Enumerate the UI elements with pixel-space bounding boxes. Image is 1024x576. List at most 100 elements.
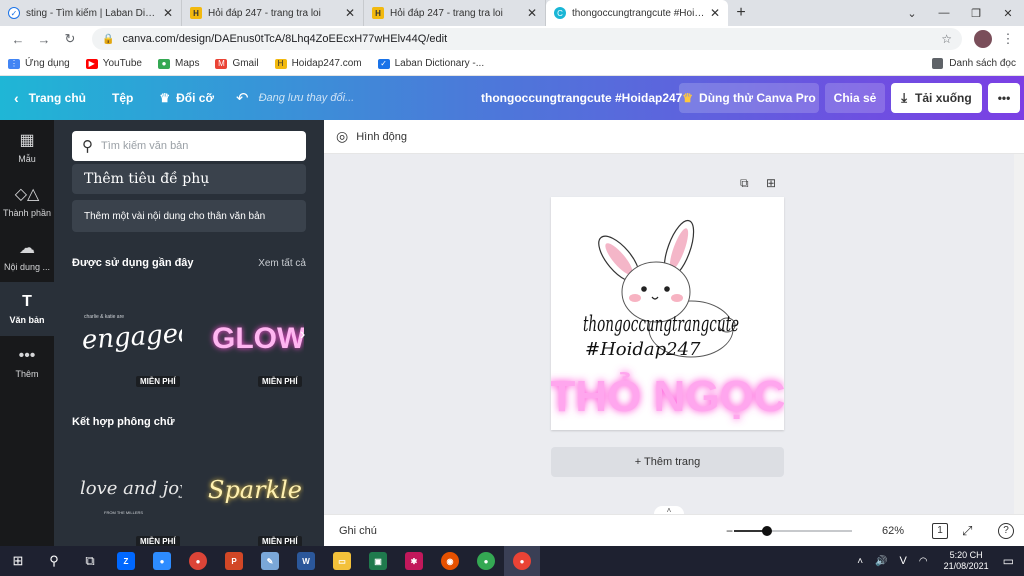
close-icon[interactable]: ✕	[345, 6, 355, 20]
bookmark-hoidap[interactable]: H Hoidap247.com	[274, 58, 362, 69]
zoom-slider[interactable]	[734, 526, 852, 536]
wifi-icon[interactable]: ◠	[919, 556, 928, 567]
task-view-icon[interactable]: ⧉	[72, 546, 108, 576]
file-explorer-icon[interactable]: ▭	[324, 546, 360, 576]
design-page[interactable]: thongoccungtrangcute #Hoidap247 THỎ NGỌC…	[548, 197, 786, 430]
profile-avatar[interactable]	[974, 30, 992, 48]
rail-item-elements[interactable]: ◇△ Thành phần	[0, 174, 54, 228]
text-search[interactable]: ⚲	[72, 131, 306, 161]
resize-button[interactable]: ♛ Đổi cỡ	[159, 91, 214, 105]
minimize-icon[interactable]: —	[928, 7, 960, 19]
see-all-link[interactable]: Xem tất cả	[258, 258, 306, 269]
add-body-text-button[interactable]: Thêm một vài nội dung cho thân văn bản	[72, 200, 306, 232]
bookmark-laban[interactable]: ✓ Laban Dictionary -...	[377, 58, 484, 69]
rail-item-uploads[interactable]: ☁ Nội dung ...	[0, 228, 54, 282]
url-text[interactable]: canva.com/design/DAEnus0tTcA/8Lhq4ZoEEcx…	[122, 33, 941, 45]
clock[interactable]: 5:20 CH 21/08/2021	[944, 550, 989, 572]
notes-button[interactable]: Ghi chú	[339, 525, 377, 537]
lock-icon[interactable]: 🔒	[102, 34, 114, 45]
fullscreen-icon[interactable]: ⤢	[962, 523, 972, 539]
elements-icon: ◇△	[14, 186, 40, 203]
restore-icon[interactable]: ❐	[960, 7, 992, 20]
zoom-app-icon[interactable]: ●	[144, 546, 180, 576]
add-page-icon[interactable]: ⊞	[766, 176, 776, 190]
notifications-icon[interactable]: ▭	[1003, 554, 1014, 568]
back-icon[interactable]: ←	[8, 32, 28, 47]
try-pro-label: Dùng thử Canva Pro	[699, 91, 816, 105]
bookmark-apps[interactable]: ⋮ Ứng dụng	[8, 58, 70, 69]
paint-app-icon[interactable]: ✎	[252, 546, 288, 576]
download-button[interactable]: ⤓ Tải xuống	[891, 83, 982, 113]
url-field[interactable]: 🔒 canva.com/design/DAEnus0tTcA/8Lhq4ZoEE…	[92, 28, 962, 50]
browser-tab-4[interactable]: C thongoccungtrangcute #Hoidap ✕	[546, 0, 728, 26]
glow-preview: GLOW GLOW	[212, 322, 304, 355]
input-language[interactable]: V	[900, 555, 907, 567]
text-style-engaged[interactable]: charlie & katie are engaged!	[72, 300, 182, 378]
animate-button[interactable]: ◎ Hình động	[336, 128, 407, 145]
search-icon[interactable]: ⚲	[36, 546, 72, 576]
svg-text:charlie & katie are: charlie & katie are	[84, 314, 124, 320]
recent-section-title: Được sử dụng gần đây	[72, 257, 194, 269]
forward-icon[interactable]: →	[34, 32, 54, 47]
home-button[interactable]: ‹ Trang chủ	[14, 90, 86, 106]
zoom-minus-icon[interactable]: −	[726, 524, 733, 538]
zoom-level[interactable]: 62%	[882, 525, 904, 537]
windows-start-icon[interactable]: ⊞	[0, 546, 36, 576]
rail-item-templates[interactable]: ▦ Mẫu	[0, 120, 54, 174]
close-icon[interactable]: ✕	[163, 6, 173, 20]
close-window-icon[interactable]: ✕	[992, 7, 1024, 20]
duplicate-page-icon[interactable]: ⧉	[740, 176, 749, 191]
rail-item-text[interactable]: T Văn bản	[0, 282, 54, 336]
design-title[interactable]: thongoccungtrangcute #Hoidap247	[481, 76, 682, 120]
browser-tab-1[interactable]: ✓ sting - Tìm kiếm | Laban Dictiona ✕	[0, 0, 182, 26]
text-style-love-and-joy[interactable]: love and joy FROM THE MILLERS	[72, 452, 182, 530]
bookmark-star-icon[interactable]: ☆	[941, 32, 952, 46]
volume-icon[interactable]: 🔊	[875, 556, 887, 567]
tab-search-icon[interactable]: ⌄	[896, 7, 928, 20]
zoom-slider-handle[interactable]	[762, 526, 773, 536]
maps-icon: ●	[157, 58, 170, 69]
zalo-app-icon[interactable]: Z	[108, 546, 144, 576]
animate-label: Hình động	[356, 130, 407, 143]
canvas-scrollbar[interactable]	[1014, 154, 1024, 514]
reading-list[interactable]: Danh sách đọc	[932, 58, 1016, 69]
laban-icon: ✓	[8, 7, 20, 19]
bookmark-maps[interactable]: ● Maps	[157, 58, 199, 69]
chevron-right-icon[interactable]: ›	[300, 326, 305, 344]
store-app-icon[interactable]: ▣	[360, 546, 396, 576]
help-icon[interactable]: ?	[998, 522, 1014, 539]
slack-app-icon[interactable]: ✱	[396, 546, 432, 576]
search-input[interactable]	[101, 140, 296, 152]
laban-icon: ✓	[377, 58, 390, 69]
new-tab-button[interactable]: +	[728, 0, 754, 26]
add-page-button[interactable]: + Thêm trang	[551, 447, 784, 477]
more-dots-icon: •••	[997, 91, 1011, 105]
rail-item-more[interactable]: ••• Thêm	[0, 336, 54, 390]
word-app-icon[interactable]: W	[288, 546, 324, 576]
chrome-app-icon[interactable]: ●	[180, 546, 216, 576]
text-style-sparkle[interactable]: Sparkle Sparkle	[194, 452, 304, 530]
bookmark-label: Hoidap247.com	[291, 58, 362, 69]
try-pro-button[interactable]: ♛ Dùng thử Canva Pro	[679, 83, 819, 113]
text-style-glow[interactable]: GLOW GLOW	[194, 300, 304, 378]
share-button[interactable]: Chia sẻ	[825, 83, 885, 113]
chevron-up-icon[interactable]: ˄	[857, 556, 863, 567]
undo-icon[interactable]: ↶	[236, 89, 249, 107]
browser-menu-icon[interactable]: ⋮	[1000, 31, 1016, 47]
bookmark-gmail[interactable]: M Gmail	[215, 58, 259, 69]
rail-label: Nội dung ...	[3, 262, 51, 272]
file-menu-button[interactable]: Tệp	[112, 91, 133, 105]
close-icon[interactable]: ✕	[527, 6, 537, 20]
reload-icon[interactable]: ↻	[60, 31, 80, 47]
browser-tab-2[interactable]: H Hỏi đáp 247 - trang tra loi ✕	[182, 0, 364, 26]
add-subheading-button[interactable]: Thêm tiêu đề phụ	[72, 164, 306, 194]
recorder-app-icon[interactable]: ◉	[432, 546, 468, 576]
page-count-icon[interactable]: 1	[932, 522, 948, 539]
chrome-active-icon[interactable]: ●	[504, 546, 540, 576]
powerpoint-app-icon[interactable]: P	[216, 546, 252, 576]
chrome-icon[interactable]: ●	[468, 546, 504, 576]
close-icon[interactable]: ✕	[710, 6, 720, 20]
browser-tab-3[interactable]: H Hỏi đáp 247 - trang tra loi ✕	[364, 0, 546, 26]
more-options-button[interactable]: •••	[988, 83, 1020, 113]
bookmark-youtube[interactable]: ▶ YouTube	[85, 58, 142, 69]
